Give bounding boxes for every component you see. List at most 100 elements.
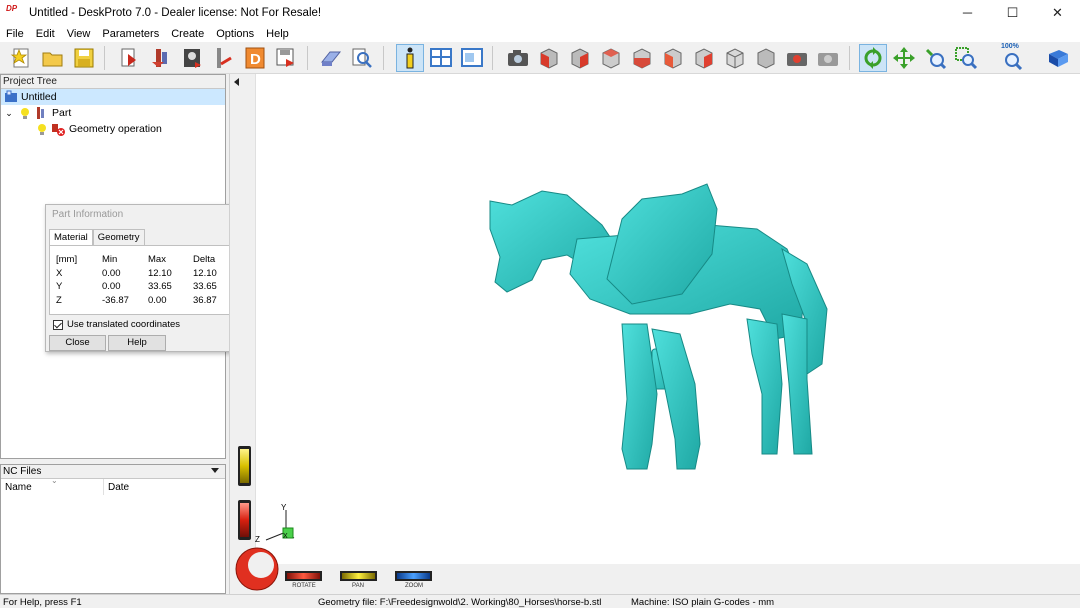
horse-model[interactable] <box>482 179 832 484</box>
part-info-button[interactable] <box>396 44 424 72</box>
menu-options[interactable]: Options <box>210 28 260 40</box>
min-header: Min <box>102 254 118 265</box>
axis-triad: Y Z X <box>255 503 295 544</box>
zoom-window-button[interactable] <box>952 44 980 72</box>
menu-edit[interactable]: Edit <box>30 28 61 40</box>
nc-d-icon: D <box>245 47 265 69</box>
maximize-button[interactable]: ☐ <box>990 0 1035 25</box>
pan-mode-button[interactable] <box>890 44 918 72</box>
part-figure-icon <box>152 49 167 67</box>
erase-button[interactable] <box>317 44 345 72</box>
load-geometry-button[interactable] <box>116 44 144 72</box>
view-back-button[interactable] <box>628 44 656 72</box>
view-bottom-button[interactable] <box>721 44 749 72</box>
window-grid-icon <box>430 48 452 67</box>
view-iso-button[interactable] <box>535 44 563 72</box>
minimize-button[interactable]: ─ <box>945 0 990 25</box>
open-project-button[interactable] <box>39 44 67 72</box>
tree-item-part[interactable]: ⌄ Part <box>1 105 71 121</box>
rotate-dial[interactable] <box>234 546 280 592</box>
create-nc-button[interactable]: D <box>241 44 269 72</box>
lightbulb-icon[interactable] <box>37 123 47 136</box>
operation-icon <box>184 49 201 68</box>
3d-viewport[interactable]: Y Z X ROTATE PAN ZOOM <box>229 74 1080 594</box>
rotate-slider[interactable] <box>238 500 251 540</box>
title-bar: DP Untitled - DeskProto 7.0 - Dealer lic… <box>0 0 1080 25</box>
cube-left-icon <box>664 48 682 69</box>
rotate-mode-button[interactable] <box>859 44 887 72</box>
main-toolbar: D 100% <box>0 42 1080 74</box>
help-book-icon <box>1049 50 1068 67</box>
window-controls: ─ ☐ ✕ <box>945 0 1080 25</box>
tree-item-untitled[interactable]: Untitled <box>1 89 225 105</box>
status-geometry-file: Geometry file: F:\Freedesignwold\2. Work… <box>318 597 602 608</box>
dialog-title: Part Information <box>52 209 124 220</box>
lightbulb-icon[interactable] <box>20 107 30 120</box>
close-button[interactable]: ✕ <box>1035 0 1080 25</box>
view-front-button[interactable] <box>597 44 625 72</box>
menu-create[interactable]: Create <box>165 28 210 40</box>
view-flat-button[interactable] <box>752 44 780 72</box>
eraser-icon <box>320 51 342 66</box>
delta-header: Delta <box>193 254 216 265</box>
help-dialog-button[interactable]: Help <box>108 335 166 351</box>
view-right-button[interactable] <box>690 44 718 72</box>
view-left-button[interactable] <box>659 44 687 72</box>
zoom-mode-button[interactable] <box>921 44 949 72</box>
cube-grey-icon <box>726 48 744 69</box>
collapse-panel-icon[interactable] <box>234 78 239 86</box>
translated-coords-option[interactable]: Use translated coordinates <box>53 319 180 330</box>
zoom-in-icon <box>925 48 947 70</box>
translated-coords-checkbox[interactable] <box>53 319 63 330</box>
close-dialog-button[interactable]: Close <box>49 335 106 351</box>
row-z-max: 0.00 <box>148 295 167 306</box>
cube-right-icon <box>695 48 713 69</box>
chevron-down-icon[interactable]: ⌄ <box>2 108 16 119</box>
camera-view-button[interactable] <box>504 44 532 72</box>
column-date-header[interactable]: Date <box>108 482 129 493</box>
geometry-operation-button[interactable] <box>179 44 207 72</box>
tree-item-geometry-operation[interactable]: Geometry operation <box>1 121 162 137</box>
add-part-button[interactable] <box>148 44 176 72</box>
status-help: For Help, press F1 <box>3 597 82 608</box>
dropdown-arrow-icon[interactable] <box>211 468 219 473</box>
tree-label-part: Part <box>52 107 72 119</box>
save-project-button[interactable] <box>70 44 98 72</box>
inspect-button[interactable] <box>348 44 376 72</box>
pan-slider[interactable] <box>238 446 251 486</box>
zoom-window-icon <box>955 47 978 70</box>
app-logo-icon: DP <box>6 3 18 13</box>
menu-file[interactable]: File <box>0 28 30 40</box>
tab-geometry[interactable]: Geometry <box>92 229 145 245</box>
dialog-tabs: Material Geometry <box>49 229 145 245</box>
nc-files-header[interactable]: NC Files <box>1 465 225 479</box>
project-tree-header: Project Tree <box>1 75 225 89</box>
axis-y-label: Y <box>281 503 287 512</box>
tab-material[interactable]: Material <box>49 229 93 245</box>
rotate-button[interactable] <box>285 571 322 581</box>
help-book-button[interactable] <box>1044 44 1072 72</box>
move-arrows-icon <box>893 47 915 69</box>
row-x-min: 0.00 <box>102 268 121 279</box>
cube-iso-icon <box>540 48 558 69</box>
left-panel: Project Tree Untitled ⌄ Part Geometry op… <box>0 74 246 594</box>
unit-header: [mm] <box>56 254 78 265</box>
zoom-button[interactable] <box>395 571 432 581</box>
cube-front-icon <box>602 48 620 69</box>
menu-parameters[interactable]: Parameters <box>96 28 165 40</box>
menu-bar: File Edit View Parameters Create Options… <box>0 25 1080 42</box>
save-nc-button[interactable] <box>272 44 300 72</box>
view-top-button[interactable] <box>566 44 594 72</box>
menu-view[interactable]: View <box>61 28 97 40</box>
view-preview-button[interactable] <box>458 44 486 72</box>
new-project-button[interactable] <box>8 44 36 72</box>
toolpath-button[interactable] <box>210 44 238 72</box>
column-name-header[interactable]: Name <box>5 482 32 493</box>
view-layout-button[interactable] <box>427 44 455 72</box>
row-z-min: -36.87 <box>102 295 129 306</box>
zoom-100-button[interactable]: 100% <box>998 43 1026 72</box>
render-button[interactable] <box>783 44 811 72</box>
pan-button[interactable] <box>340 571 377 581</box>
menu-help[interactable]: Help <box>260 28 295 40</box>
render-grey-button[interactable] <box>814 44 842 72</box>
